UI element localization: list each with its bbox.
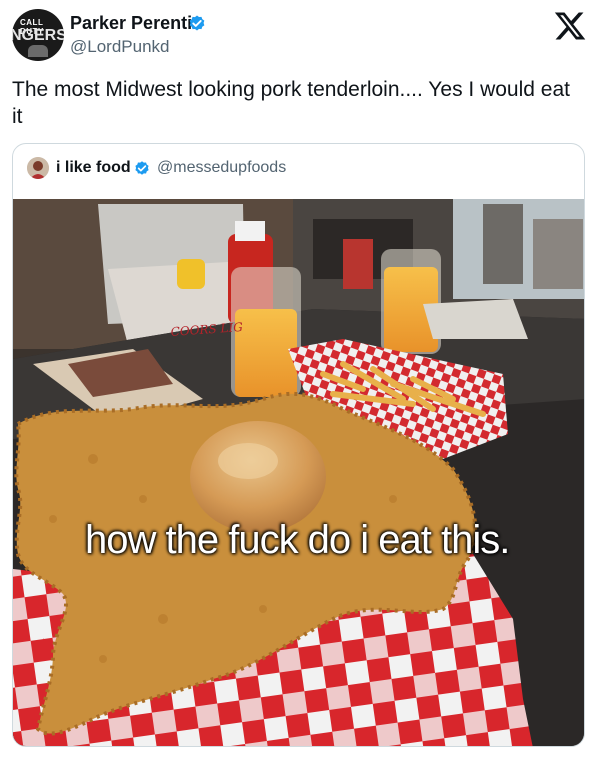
quoted-author-handle[interactable]: @messedupfoods <box>157 159 286 177</box>
author-name[interactable]: Parker Perentis <box>70 13 202 34</box>
quoted-author-name[interactable]: i like food <box>56 159 131 177</box>
quoted-post[interactable]: i like food @messedupfoods COORS LIG how… <box>12 143 585 747</box>
author-avatar[interactable]: CALL DUTY NGERS <box>12 9 64 61</box>
post-text: The most Midwest looking pork tenderloin… <box>12 78 570 128</box>
quoted-avatar[interactable] <box>27 157 49 179</box>
quoted-verified-badge-icon <box>135 161 149 175</box>
author-handle[interactable]: @LordPunkd <box>70 37 170 57</box>
avatar-text-main: NGERS <box>12 27 64 44</box>
quoted-avatar-image <box>27 157 49 179</box>
avatar-figure <box>28 45 48 57</box>
x-logo-icon[interactable] <box>553 9 587 43</box>
meme-caption: how the fuck do i eat this. <box>85 518 510 562</box>
food-photo[interactable]: COORS LIG <box>13 199 585 747</box>
verified-badge-icon <box>189 15 205 31</box>
